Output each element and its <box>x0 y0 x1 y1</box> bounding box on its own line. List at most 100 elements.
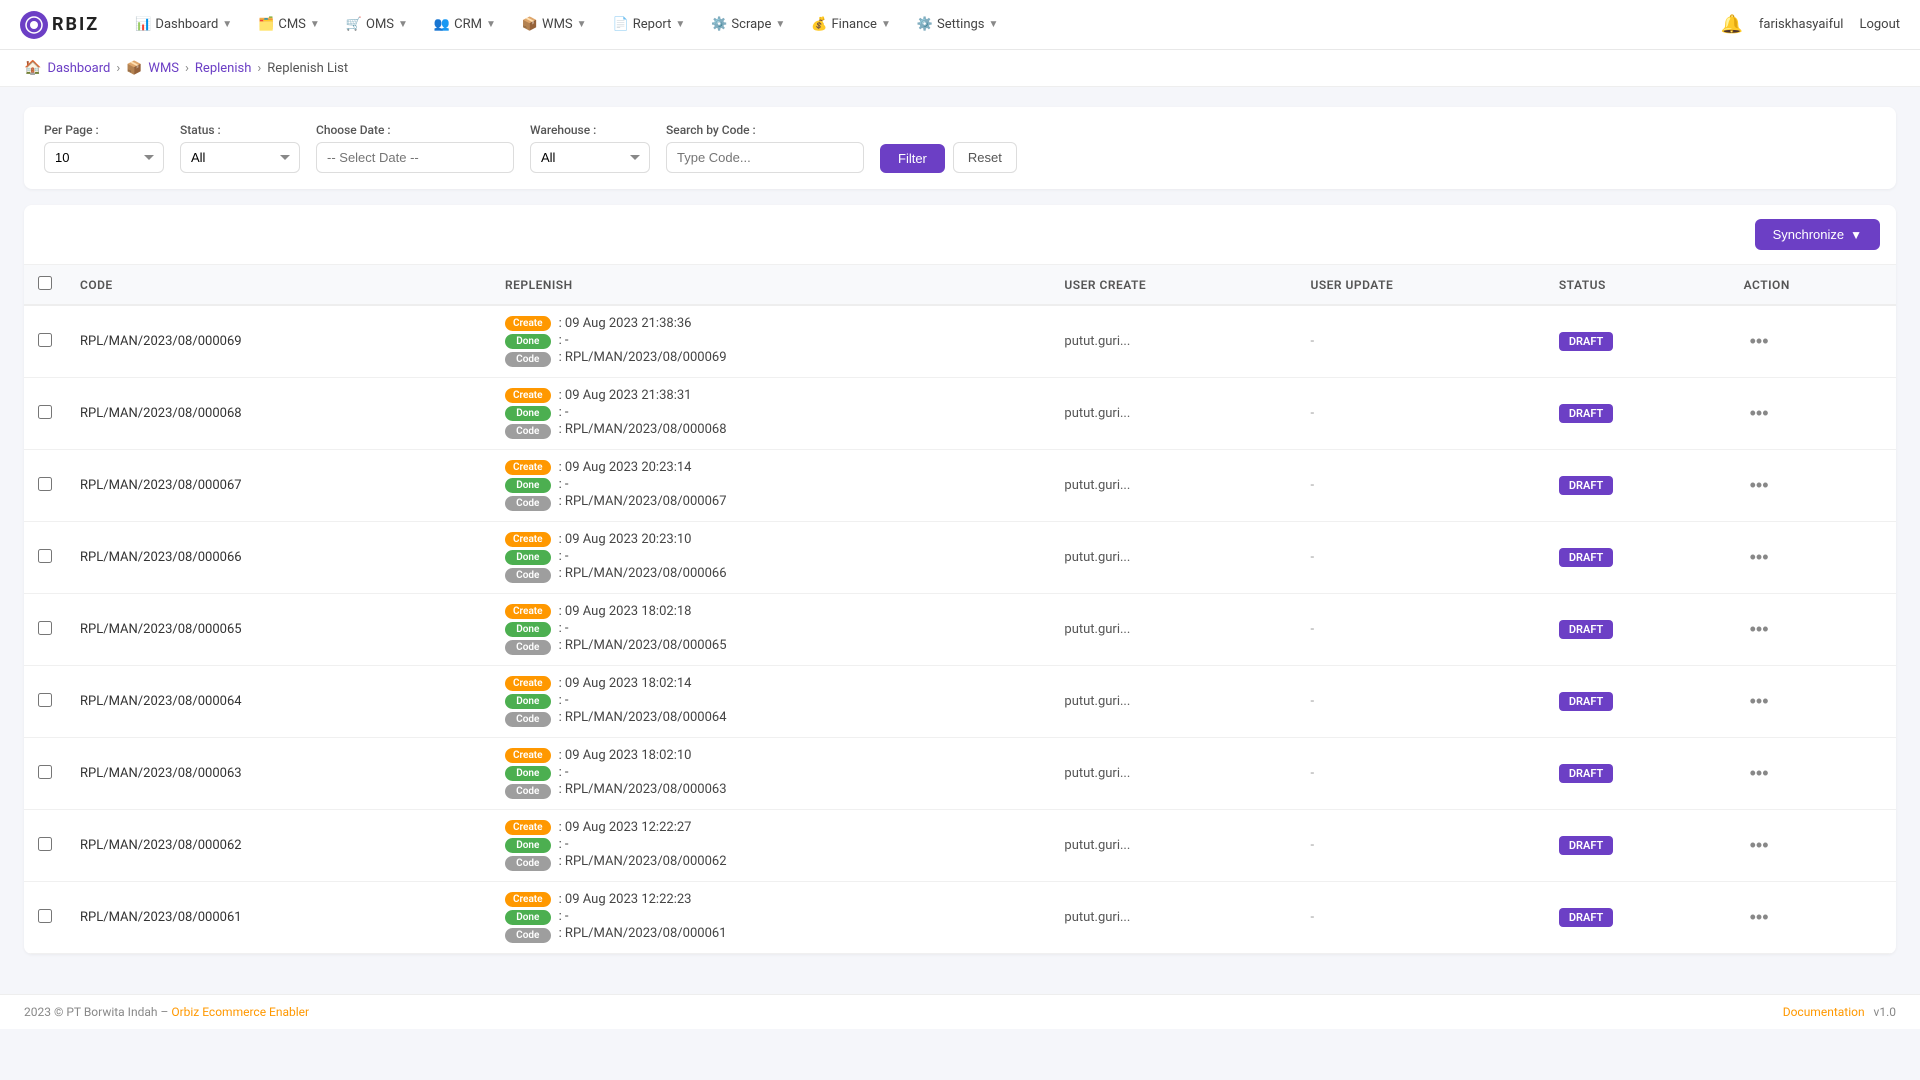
row-checkbox[interactable] <box>38 909 52 923</box>
filter-button[interactable]: Filter <box>880 144 945 173</box>
row-user-update: - <box>1296 522 1544 594</box>
breadcrumb-current: Replenish List <box>267 61 348 76</box>
action-menu-button[interactable]: ••• <box>1744 833 1775 858</box>
create-badge[interactable]: Create <box>505 820 551 835</box>
action-menu-button[interactable]: ••• <box>1744 617 1775 642</box>
code-badge[interactable]: Code <box>505 352 551 367</box>
settings-icon: ⚙️ <box>917 17 933 32</box>
row-code: RPL/MAN/2023/08/000063 <box>66 738 491 810</box>
logout-button[interactable]: Logout <box>1859 17 1900 32</box>
action-menu-button[interactable]: ••• <box>1744 329 1775 354</box>
row-checkbox[interactable] <box>38 405 52 419</box>
row-status: DRAFT <box>1545 882 1730 954</box>
done-badge[interactable]: Done <box>505 910 551 925</box>
footer-doc-link[interactable]: Documentation <box>1783 1005 1865 1019</box>
row-action: ••• <box>1730 882 1896 954</box>
done-badge[interactable]: Done <box>505 622 551 637</box>
create-badge[interactable]: Create <box>505 316 551 331</box>
status-badge: DRAFT <box>1559 620 1613 639</box>
breadcrumb-dashboard[interactable]: Dashboard <box>47 61 110 76</box>
logo[interactable]: RBIZ <box>20 11 99 39</box>
action-menu-button[interactable]: ••• <box>1744 401 1775 426</box>
status-select[interactable]: All Draft Done Cancelled <box>180 142 300 173</box>
replenish-ref: : RPL/MAN/2023/08/000067 <box>559 494 727 509</box>
nav-scrape[interactable]: ⚙️ Scrape ▼ <box>701 11 795 38</box>
bell-icon[interactable]: 🔔 <box>1720 14 1742 35</box>
done-badge[interactable]: Done <box>505 550 551 565</box>
warehouse-select[interactable]: All <box>530 142 650 173</box>
date-input[interactable] <box>316 142 514 173</box>
row-checkbox[interactable] <box>38 693 52 707</box>
row-user-create: putut.guri... <box>1050 522 1296 594</box>
breadcrumb-wms[interactable]: WMS <box>148 61 179 76</box>
status-badge: DRAFT <box>1559 548 1613 567</box>
create-badge[interactable]: Create <box>505 892 551 907</box>
code-badge[interactable]: Code <box>505 712 551 727</box>
done-badge[interactable]: Done <box>505 838 551 853</box>
code-badge[interactable]: Code <box>505 568 551 583</box>
action-menu-button[interactable]: ••• <box>1744 473 1775 498</box>
nav-finance[interactable]: 💰 Finance ▼ <box>801 11 901 38</box>
finance-arrow: ▼ <box>881 19 891 30</box>
create-badge[interactable]: Create <box>505 604 551 619</box>
create-badge[interactable]: Create <box>505 460 551 475</box>
row-user-update: - <box>1296 666 1544 738</box>
code-badge[interactable]: Code <box>505 640 551 655</box>
code-badge[interactable]: Code <box>505 784 551 799</box>
replenish-dash: : - <box>559 765 727 780</box>
done-badge[interactable]: Done <box>505 334 551 349</box>
select-all-checkbox[interactable] <box>38 276 52 290</box>
replenish-info: : 09 Aug 2023 18:02:10 : - : RPL/MAN/202… <box>559 748 727 797</box>
done-badge[interactable]: Done <box>505 766 551 781</box>
per-page-label: Per Page : <box>44 123 164 137</box>
row-checkbox[interactable] <box>38 549 52 563</box>
nav-oms[interactable]: 🛒 OMS ▼ <box>336 11 418 38</box>
row-code: RPL/MAN/2023/08/000065 <box>66 594 491 666</box>
row-checkbox[interactable] <box>38 765 52 779</box>
replenish-info: : 09 Aug 2023 20:23:10 : - : RPL/MAN/202… <box>559 532 727 581</box>
create-badge[interactable]: Create <box>505 388 551 403</box>
nav-settings[interactable]: ⚙️ Settings ▼ <box>907 11 1009 38</box>
action-menu-button[interactable]: ••• <box>1744 545 1775 570</box>
code-badge[interactable]: Code <box>505 496 551 511</box>
synchronize-button[interactable]: Synchronize ▼ <box>1755 219 1880 250</box>
create-badge[interactable]: Create <box>505 676 551 691</box>
status-badge: DRAFT <box>1559 332 1613 351</box>
create-badge[interactable]: Create <box>505 748 551 763</box>
nav-report[interactable]: 📄 Report ▼ <box>603 11 696 38</box>
done-badge[interactable]: Done <box>505 694 551 709</box>
row-checkbox[interactable] <box>38 837 52 851</box>
row-checkbox[interactable] <box>38 621 52 635</box>
per-page-select[interactable]: 10 25 50 100 <box>44 142 164 173</box>
done-badge[interactable]: Done <box>505 478 551 493</box>
filter-row: Per Page : 10 25 50 100 Status : All Dra… <box>44 123 1876 173</box>
report-arrow: ▼ <box>675 19 685 30</box>
done-badge[interactable]: Done <box>505 406 551 421</box>
table-header: CODE REPLENISH USER CREATE USER UPDATE S… <box>24 265 1896 305</box>
action-menu-button[interactable]: ••• <box>1744 761 1775 786</box>
create-badge[interactable]: Create <box>505 532 551 547</box>
reset-button[interactable]: Reset <box>953 142 1017 173</box>
row-status: DRAFT <box>1545 450 1730 522</box>
username[interactable]: fariskhasyaiful <box>1759 17 1844 32</box>
nav-crm[interactable]: 👥 CRM ▼ <box>424 11 506 38</box>
row-checkbox[interactable] <box>38 477 52 491</box>
nav-cms[interactable]: 🗂️ CMS ▼ <box>248 11 330 38</box>
footer-brand-link[interactable]: Orbiz Ecommerce Enabler <box>171 1005 309 1019</box>
action-menu-button[interactable]: ••• <box>1744 905 1775 930</box>
breadcrumb-sep-2: › <box>185 61 189 76</box>
breadcrumb-replenish[interactable]: Replenish <box>195 61 251 76</box>
status-badge: DRAFT <box>1559 836 1613 855</box>
search-input[interactable] <box>666 142 864 173</box>
row-checkbox[interactable] <box>38 333 52 347</box>
code-badge[interactable]: Code <box>505 424 551 439</box>
breadcrumb-home-icon: 🏠 <box>24 60 41 76</box>
nav-wms[interactable]: 📦 WMS ▼ <box>512 11 597 38</box>
row-replenish: Create Done Code : 09 Aug 2023 12:22:23 … <box>491 882 1050 954</box>
replenish-info: : 09 Aug 2023 21:38:36 : - : RPL/MAN/202… <box>559 316 727 365</box>
code-badge[interactable]: Code <box>505 928 551 943</box>
nav-dashboard[interactable]: 📊 Dashboard ▼ <box>125 11 242 38</box>
row-code: RPL/MAN/2023/08/000062 <box>66 810 491 882</box>
action-menu-button[interactable]: ••• <box>1744 689 1775 714</box>
code-badge[interactable]: Code <box>505 856 551 871</box>
